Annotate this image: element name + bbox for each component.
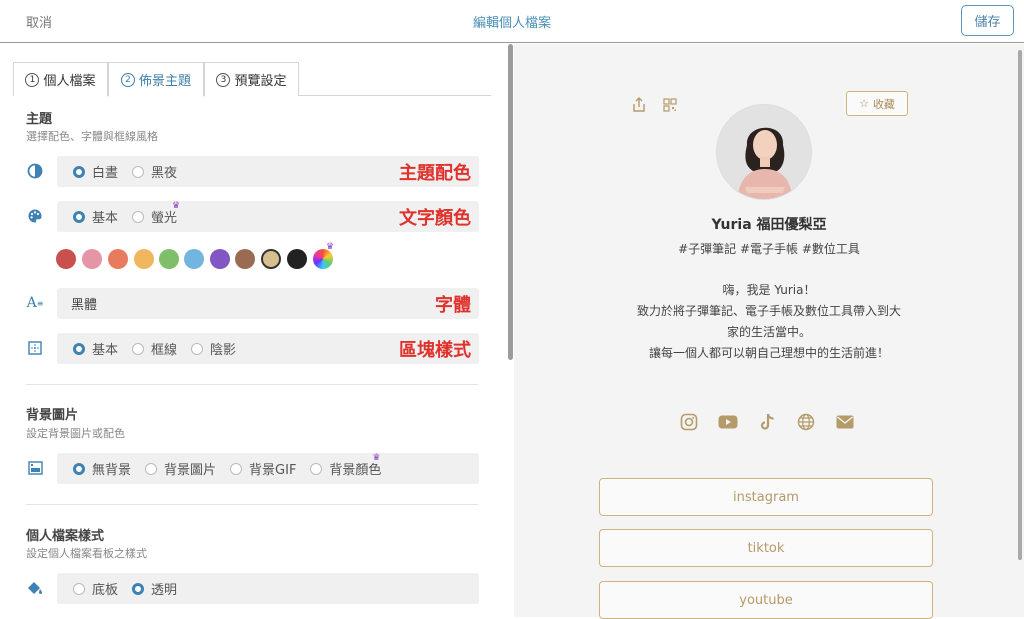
youtube-icon[interactable] bbox=[718, 412, 738, 432]
bg-color-option[interactable]: 背景顏色 ♛ bbox=[310, 453, 381, 478]
link-button-youtube[interactable]: youtube bbox=[599, 581, 933, 619]
bg-none-option[interactable]: 無背景 bbox=[73, 459, 131, 478]
font-icon: A ≡ bbox=[26, 295, 44, 311]
link-button-tiktok[interactable]: tiktok bbox=[599, 529, 933, 567]
bg-image-option[interactable]: 背景圖片 bbox=[145, 459, 216, 478]
star-icon: ☆ bbox=[859, 97, 869, 110]
background-heading: 背景圖片 bbox=[26, 408, 79, 423]
premium-crown-icon: ♛ bbox=[372, 453, 381, 463]
swatch-black[interactable] bbox=[287, 249, 307, 269]
divider bbox=[26, 504, 478, 505]
page-title: 編輯個人檔案 bbox=[472, 16, 551, 31]
bg-gif-option[interactable]: 背景GIF bbox=[230, 459, 296, 478]
qr-code-icon[interactable] bbox=[663, 97, 677, 116]
background-subtitle: 設定背景圖片或配色 bbox=[26, 427, 125, 440]
border-style-icon bbox=[26, 339, 44, 357]
contrast-icon bbox=[26, 162, 44, 180]
paint-bucket-icon bbox=[26, 579, 44, 597]
panel-board-option[interactable]: 底板 bbox=[73, 579, 118, 598]
profile-bio: 嗨，我是 Yuria！ 致力於將子彈筆記、電子手帳及數位工具帶入到大家的生活當中… bbox=[636, 283, 901, 360]
font-select[interactable]: 黑體 字體 bbox=[57, 288, 479, 319]
swatch-pink[interactable] bbox=[82, 249, 102, 269]
swatch-green[interactable] bbox=[159, 249, 179, 269]
theme-subtitle: 選擇配色、字體與框線風格 bbox=[26, 130, 158, 143]
profile-tags: #子彈筆記 #電子手帳 #數位工具 bbox=[678, 242, 860, 256]
theme-heading: 主題 bbox=[26, 112, 53, 127]
block-border-option[interactable]: 框線 bbox=[132, 339, 177, 358]
font-annotation: 字體 bbox=[435, 294, 471, 316]
scheme-dark-option[interactable]: 黑夜 bbox=[132, 162, 177, 181]
scheme-light-option[interactable]: 白晝 bbox=[73, 162, 118, 181]
settings-scrollbar[interactable] bbox=[507, 44, 514, 617]
instagram-icon[interactable] bbox=[679, 412, 699, 432]
swatch-brown[interactable] bbox=[235, 249, 255, 269]
block-style-annotation: 區塊樣式 bbox=[399, 339, 471, 361]
tab-theme[interactable]: 2 佈景主題 bbox=[108, 62, 204, 97]
swatch-blue[interactable] bbox=[184, 249, 204, 269]
block-shadow-option[interactable]: 陰影 bbox=[191, 339, 236, 358]
block-style-row: 基本 框線 陰影 區塊樣式 bbox=[57, 333, 479, 364]
link-button-instagram[interactable]: instagram bbox=[599, 478, 933, 516]
social-icons bbox=[679, 412, 855, 432]
profile-style-row: 底板 透明 bbox=[57, 573, 479, 604]
divider bbox=[26, 384, 478, 385]
swatch-custom-rainbow[interactable] bbox=[313, 249, 333, 269]
settings-panel: 1 個人檔案 2 佈景主題 3 預覽設定 主題 選擇配色、字體與框線風格 白晝 黑夜 … bbox=[0, 44, 507, 617]
mail-icon[interactable] bbox=[835, 412, 855, 432]
premium-crown-icon: ♛ bbox=[326, 242, 335, 252]
profile-preview: ☆ 收藏 Yuria 福田優梨亞 #子彈筆記 #電子手帳 #數位工具 嗨，我是 Y… bbox=[514, 44, 1024, 619]
globe-icon[interactable] bbox=[796, 412, 816, 432]
swatch-red[interactable] bbox=[56, 249, 76, 269]
palette-icon bbox=[26, 207, 44, 225]
profile-style-subtitle: 設定個人檔案看板之樣式 bbox=[26, 547, 147, 560]
background-image-icon bbox=[26, 459, 44, 477]
premium-crown-icon: ♛ bbox=[172, 201, 181, 211]
text-color-basic-option[interactable]: 基本 bbox=[73, 207, 118, 226]
swatch-yellow[interactable] bbox=[134, 249, 154, 269]
text-color-annotation: 文字顏色 bbox=[399, 207, 471, 229]
favorite-button[interactable]: ☆ 收藏 bbox=[846, 91, 908, 116]
tab-bar: 1 個人檔案 2 佈景主題 3 預覽設定 bbox=[13, 62, 491, 97]
text-color-neon-option[interactable]: 螢光 ♛ bbox=[132, 201, 180, 226]
scheme-annotation: 主題配色 bbox=[399, 162, 471, 184]
tiktok-icon[interactable] bbox=[757, 412, 777, 432]
save-button[interactable]: 儲存 bbox=[961, 5, 1014, 36]
background-row: 無背景 背景圖片 背景GIF 背景顏色 ♛ bbox=[57, 453, 479, 484]
swatch-orange[interactable] bbox=[108, 249, 128, 269]
tab-preview-settings[interactable]: 3 預覽設定 bbox=[204, 62, 299, 96]
swatch-purple[interactable] bbox=[210, 249, 230, 269]
font-value: 黑體 bbox=[71, 298, 98, 313]
scheme-row: 白晝 黑夜 主題配色 bbox=[57, 156, 479, 187]
swatch-gold-selected[interactable] bbox=[261, 249, 281, 269]
profile-style-heading: 個人檔案樣式 bbox=[26, 529, 105, 544]
avatar bbox=[716, 104, 812, 200]
text-color-row: 基本 螢光 ♛ 文字顏色 bbox=[57, 201, 479, 232]
profile-name: Yuria 福田優梨亞 bbox=[711, 217, 827, 233]
tab-profile[interactable]: 1 個人檔案 bbox=[13, 62, 108, 96]
preview-scrollbar[interactable] bbox=[1018, 50, 1022, 560]
share-icon[interactable] bbox=[632, 97, 646, 117]
block-basic-option[interactable]: 基本 bbox=[73, 339, 118, 358]
top-bar: 取消 編輯個人檔案 儲存 bbox=[0, 0, 1024, 43]
panel-transparent-option[interactable]: 透明 bbox=[132, 579, 177, 598]
